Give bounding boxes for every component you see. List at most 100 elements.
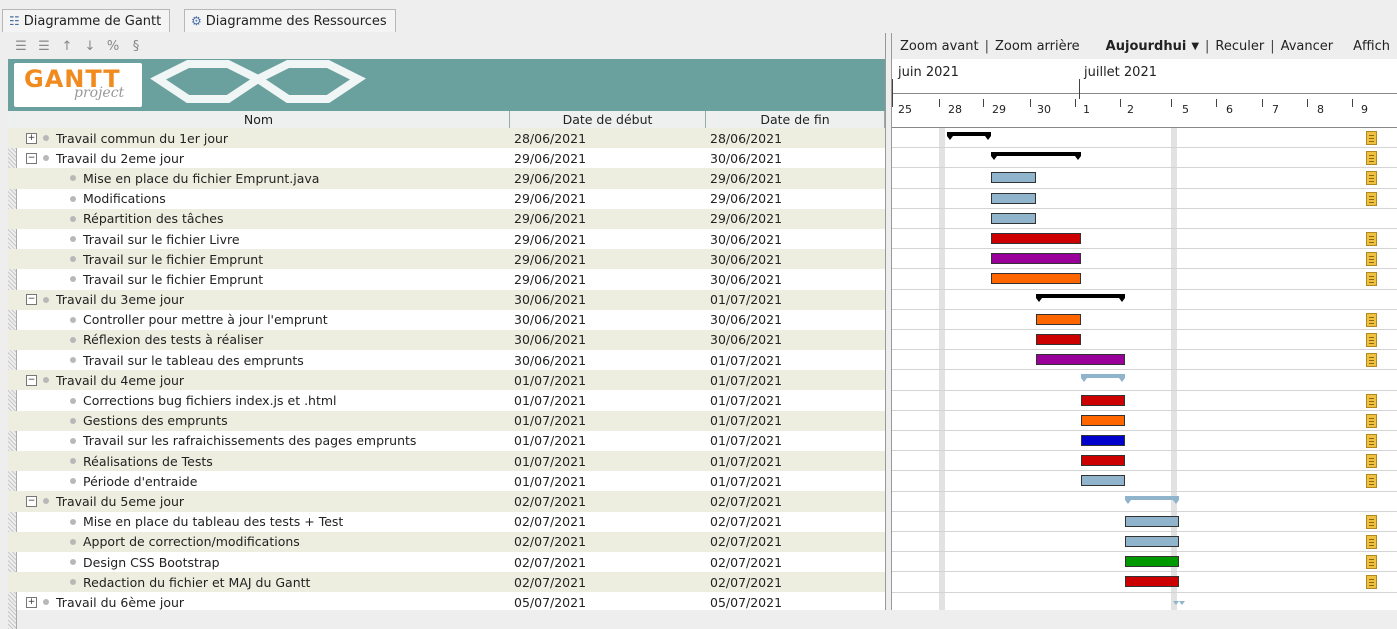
task-bar[interactable] xyxy=(991,172,1036,184)
zoom-in-link[interactable]: Zoom avant xyxy=(900,39,979,54)
task-bar[interactable] xyxy=(991,273,1081,285)
note-icon[interactable] xyxy=(1366,191,1377,206)
note-icon[interactable] xyxy=(1366,575,1377,590)
table-row[interactable]: + Travail du 6ème jour 05/07/2021 05/07/202… xyxy=(8,592,885,612)
task-bar[interactable] xyxy=(1081,394,1125,406)
column-header-start[interactable]: Date de début xyxy=(510,111,706,128)
table-row[interactable]: Répartition des tâches 29/06/2021 29/06/20… xyxy=(8,208,885,229)
table-row[interactable]: + Travail commun du 1er jour 28/06/2021 28/… xyxy=(8,128,885,149)
day-label: 28 xyxy=(948,103,962,116)
today-button[interactable]: Aujourdhui xyxy=(1106,39,1187,54)
task-bullet-icon xyxy=(70,175,76,182)
unlink-icon[interactable]: § xyxy=(129,39,143,54)
tab-gantt[interactable]: ☷ Diagramme de Gantt xyxy=(2,9,171,32)
table-row[interactable]: Gestions des emprunts 01/07/2021 01/07/202… xyxy=(8,410,885,431)
task-bar[interactable] xyxy=(1125,515,1179,527)
task-bar[interactable] xyxy=(1125,556,1179,568)
table-row[interactable]: Mise en place du fichier Emprunt.java 29/… xyxy=(8,168,885,189)
task-bar[interactable] xyxy=(1081,414,1125,426)
table-row[interactable]: Travail sur le fichier Emprunt 29/06/2021… xyxy=(8,269,885,289)
task-bar[interactable] xyxy=(1036,354,1125,366)
task-bullet-icon xyxy=(43,498,49,505)
note-icon[interactable] xyxy=(1366,514,1377,529)
table-row[interactable]: Travail sur les rafraichissements des pa… xyxy=(8,431,885,451)
table-row[interactable]: − Travail du 3eme jour 30/06/2021 01/07/202… xyxy=(8,289,885,310)
move-down-icon[interactable]: ↓ xyxy=(83,39,97,54)
table-row[interactable]: Corrections bug fichiers index.js et .ht… xyxy=(8,390,885,410)
table-row[interactable]: Travail sur le tableau des emprunts 30/06… xyxy=(8,350,885,370)
note-icon[interactable] xyxy=(1366,171,1377,186)
summary-bar[interactable] xyxy=(1125,495,1179,504)
table-row[interactable]: Travail sur le fichier Emprunt 29/06/2021… xyxy=(8,249,885,270)
note-icon[interactable] xyxy=(1366,272,1377,287)
expand-icon[interactable]: + xyxy=(26,132,37,144)
gantt-chart-area[interactable] xyxy=(892,128,1397,610)
collapse-icon[interactable]: − xyxy=(26,495,37,507)
day-label: 6 xyxy=(1226,103,1233,116)
note-icon[interactable] xyxy=(1366,474,1377,489)
forward-link[interactable]: Avancer xyxy=(1281,39,1334,54)
note-icon[interactable] xyxy=(1366,535,1377,549)
collapse-icon[interactable]: − xyxy=(26,152,37,164)
note-icon[interactable] xyxy=(1366,454,1377,469)
indent-icon[interactable]: ☰ xyxy=(37,39,51,54)
task-bar[interactable] xyxy=(1081,475,1125,487)
task-bar[interactable] xyxy=(991,192,1036,204)
summary-bar[interactable] xyxy=(947,132,991,140)
task-bar[interactable] xyxy=(1036,334,1081,345)
collapse-icon[interactable]: − xyxy=(26,374,37,386)
note-icon[interactable] xyxy=(1366,151,1377,166)
table-row[interactable]: − Travail du 2eme jour 29/06/2021 30/06/202… xyxy=(8,148,885,168)
task-bar[interactable] xyxy=(1081,455,1125,467)
note-icon[interactable] xyxy=(1366,393,1377,408)
link-icon[interactable]: % xyxy=(106,39,120,54)
table-row[interactable]: Apport de correction/modifications 02/07/… xyxy=(8,531,885,552)
table-row[interactable]: Design CSS Bootstrap 02/07/2021 02/07/2021 xyxy=(8,552,885,572)
day-tick xyxy=(1307,99,1308,107)
table-row[interactable]: Réalisations de Tests 01/07/2021 01/07/202… xyxy=(8,451,885,472)
chevron-down-icon[interactable]: ▼ xyxy=(1186,41,1199,52)
note-icon[interactable] xyxy=(1366,131,1377,145)
show-menu-link[interactable]: Affich xyxy=(1333,39,1390,54)
summary-bar[interactable] xyxy=(991,152,1081,161)
table-row[interactable]: − Travail du 4eme jour 01/07/2021 01/07/202… xyxy=(8,370,885,391)
task-start-date: 30/06/2021 xyxy=(514,332,587,348)
task-bar[interactable] xyxy=(1036,313,1081,325)
table-row[interactable]: Travail sur le fichier Livre 29/06/2021 30… xyxy=(8,229,885,249)
column-header-end[interactable]: Date de fin xyxy=(706,111,885,128)
back-link[interactable]: Reculer xyxy=(1215,39,1264,54)
task-bar[interactable] xyxy=(991,233,1081,244)
task-bar[interactable] xyxy=(1081,435,1125,446)
table-row[interactable]: Controller pour mettre à jour l'emprunt 3… xyxy=(8,310,885,330)
task-name: Mise en place du fichier Emprunt.java xyxy=(83,170,320,186)
task-bar[interactable] xyxy=(1125,536,1179,547)
task-start-date: 02/07/2021 xyxy=(514,554,587,570)
column-header-name[interactable]: Nom xyxy=(8,111,510,128)
tab-resources[interactable]: ⚙ Diagramme des Ressources xyxy=(184,9,396,32)
note-icon[interactable] xyxy=(1366,312,1377,327)
table-row[interactable]: − Travail du 5eme jour 02/07/2021 02/07/202… xyxy=(8,491,885,512)
table-row[interactable]: Mise en place du tableau des tests + Tes… xyxy=(8,512,885,532)
summary-end-marker xyxy=(1173,600,1179,605)
note-icon[interactable] xyxy=(1366,413,1377,428)
note-icon[interactable] xyxy=(1366,232,1377,246)
collapse-icon[interactable]: − xyxy=(26,294,37,306)
table-row[interactable]: Période d'entraide 01/07/2021 01/07/2021 xyxy=(8,471,885,491)
task-bar[interactable] xyxy=(1125,576,1179,588)
table-row[interactable]: Modifications 29/06/2021 29/06/2021 xyxy=(8,189,885,209)
note-icon[interactable] xyxy=(1366,252,1377,267)
note-icon[interactable] xyxy=(1366,555,1377,570)
expand-icon[interactable]: + xyxy=(26,596,37,608)
note-icon[interactable] xyxy=(1366,434,1377,448)
note-icon[interactable] xyxy=(1366,333,1377,347)
table-row[interactable]: Redaction du fichier et MAJ du Gantt 02/0… xyxy=(8,572,885,593)
note-icon[interactable] xyxy=(1366,353,1377,368)
unindent-icon[interactable]: ☰ xyxy=(14,39,28,54)
task-bar[interactable] xyxy=(991,253,1081,265)
summary-bar[interactable] xyxy=(1036,293,1125,302)
table-row[interactable]: Réflexion des tests à réaliser 30/06/2021… xyxy=(8,329,885,351)
summary-bar[interactable] xyxy=(1081,374,1125,383)
zoom-out-link[interactable]: Zoom arrière xyxy=(995,39,1080,54)
move-up-icon[interactable]: ↑ xyxy=(60,39,74,54)
task-bar[interactable] xyxy=(991,212,1036,224)
